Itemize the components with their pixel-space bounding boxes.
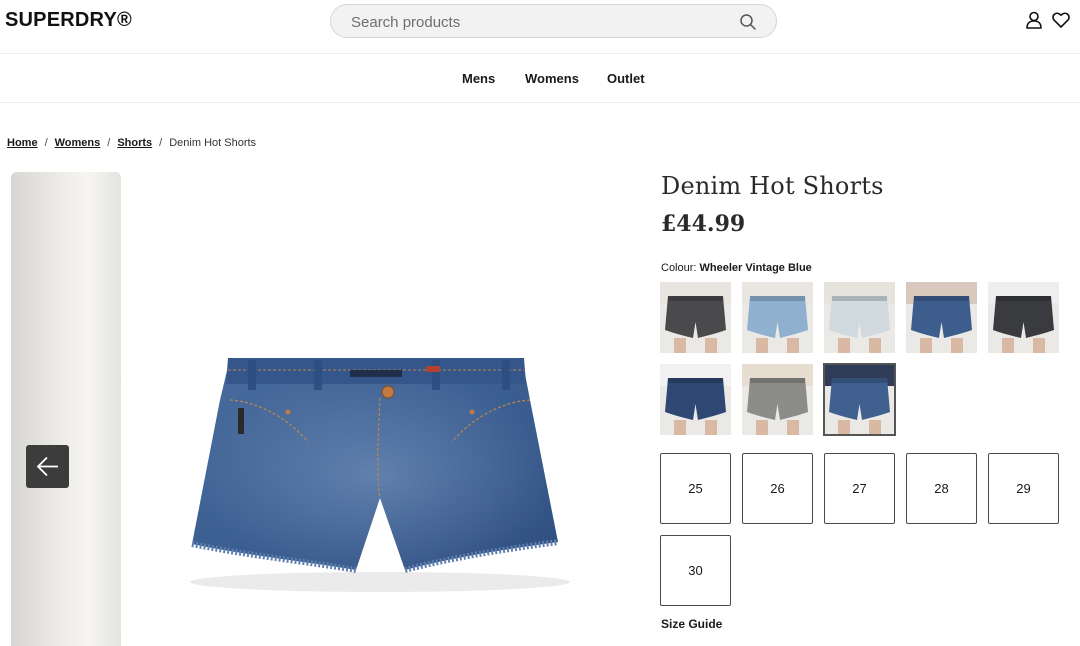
site-logo[interactable]: SUPERDRY®	[5, 9, 132, 32]
colour-label: Colour: Wheeler Vintage Blue	[661, 262, 812, 274]
breadcrumb-separator: /	[44, 137, 48, 149]
size-option[interactable]: 29	[988, 453, 1059, 524]
colour-swatch[interactable]	[824, 282, 895, 353]
breadcrumb-separator: /	[159, 137, 163, 149]
product-image	[190, 358, 570, 592]
colour-swatch[interactable]	[742, 282, 813, 353]
nav-item-outlet[interactable]: Outlet	[607, 71, 645, 86]
colour-swatch[interactable]	[906, 282, 977, 353]
colour-swatch[interactable]	[988, 282, 1059, 353]
size-option[interactable]: 27	[824, 453, 895, 524]
previous-image-preview[interactable]	[11, 172, 121, 646]
heart-icon[interactable]	[1052, 11, 1070, 29]
previous-image-button[interactable]	[26, 445, 69, 488]
breadcrumb-current: Denim Hot Shorts	[169, 137, 257, 149]
site-header: SUPERDRY®	[0, 0, 1080, 54]
colour-value: Wheeler Vintage Blue	[699, 262, 812, 274]
breadcrumb-separator: /	[107, 137, 111, 149]
colour-swatch[interactable]	[660, 282, 731, 353]
size-option[interactable]: 30	[660, 535, 731, 606]
colour-label-text: Colour:	[661, 262, 697, 274]
breadcrumb-shorts[interactable]: Shorts	[117, 137, 152, 149]
product-title: Denim Hot Shorts	[661, 172, 884, 200]
search-bar[interactable]	[330, 4, 777, 38]
main-nav: Mens Womens Outlet	[0, 55, 1080, 103]
arrow-left-icon	[36, 456, 58, 477]
user-icon[interactable]	[1025, 11, 1043, 29]
size-guide-link[interactable]: Size Guide	[661, 617, 722, 631]
product-price: £44.99	[661, 211, 746, 237]
nav-item-mens[interactable]: Mens	[462, 71, 495, 86]
size-option[interactable]: 26	[742, 453, 813, 524]
colour-swatch[interactable]	[742, 364, 813, 435]
breadcrumb-womens[interactable]: Womens	[55, 137, 101, 149]
size-option[interactable]: 28	[906, 453, 977, 524]
breadcrumb-home[interactable]: Home	[7, 137, 38, 149]
search-input[interactable]	[351, 12, 731, 32]
breadcrumb: Home / Womens / Shorts / Denim Hot Shorts	[7, 137, 256, 149]
search-icon[interactable]	[739, 13, 757, 31]
nav-item-womens[interactable]: Womens	[525, 71, 579, 86]
size-option[interactable]: 25	[660, 453, 731, 524]
colour-swatch[interactable]	[823, 363, 896, 436]
colour-swatch[interactable]	[660, 364, 731, 435]
